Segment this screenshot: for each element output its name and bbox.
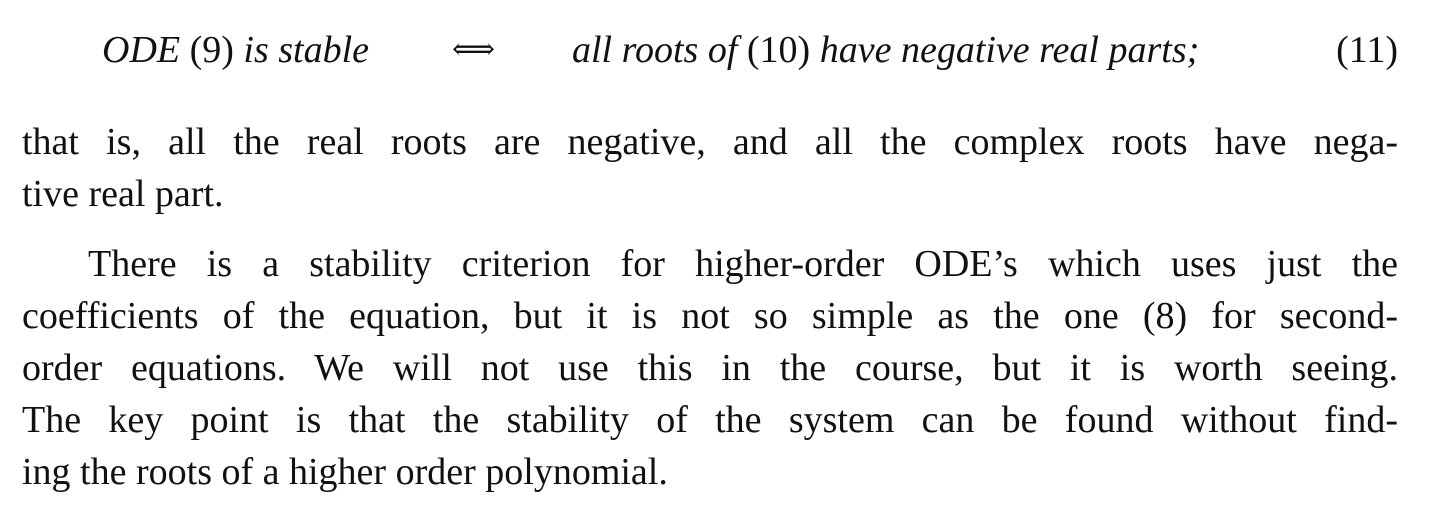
equation-left-side: ODE (9) is stable [102, 20, 369, 80]
equation-left-predicate: is stable [243, 29, 370, 71]
equation-subject: ODE [102, 29, 181, 71]
document-page: ODE (9) is stable ⟺ all roots of (10) ha… [22, 0, 1398, 514]
paragraph-2: There is a stability criterion for highe… [22, 238, 1398, 498]
paragraph-line: order equations. We will not use this in… [22, 347, 1398, 389]
equation-right-side: all roots of (10) have negative real par… [572, 20, 1199, 80]
iff-operator: ⟺ [452, 32, 496, 67]
paragraph-line: that is, all the real roots are negative… [22, 121, 1398, 163]
paragraph-line: coefficients of the equation, but it is … [22, 295, 1398, 337]
paragraph-line: tive real part. [22, 173, 224, 215]
equation-reference-9: (9) [189, 29, 234, 71]
equation-reference-10: (10) [746, 29, 811, 71]
display-equation-11: ODE (9) is stable ⟺ all roots of (10) ha… [22, 20, 1398, 80]
equation-number: (11) [1336, 29, 1398, 71]
paragraph-line: There is a stability criterion for highe… [88, 243, 1398, 285]
paragraph-line: ing the roots of a higher order polynomi… [22, 451, 668, 493]
equation-right-prefix: all roots of [572, 29, 738, 71]
equation-right-suffix: have negative real parts; [819, 29, 1200, 71]
paragraph-1: that is, all the real roots are negative… [22, 116, 1398, 220]
paragraph-line: The key point is that the stability of t… [22, 399, 1398, 441]
